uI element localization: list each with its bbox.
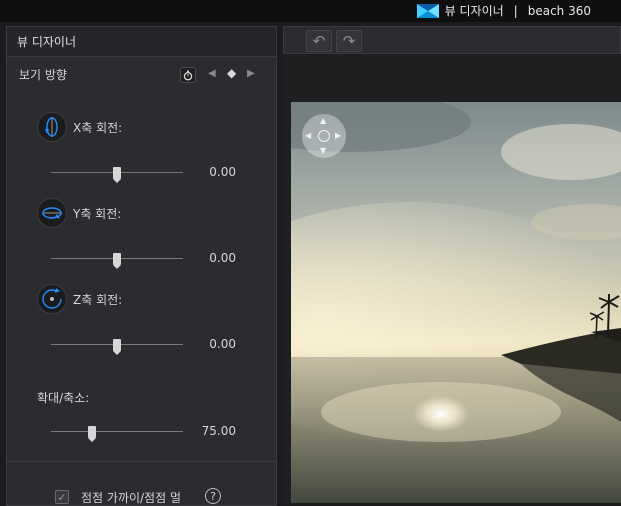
z-rotation-value[interactable]: 0.00 — [209, 337, 236, 351]
preview-canvas[interactable]: ▲ ▼ ◀ ▶ — [291, 102, 621, 503]
x-rotation-icon — [37, 112, 67, 142]
pan-center-icon[interactable] — [318, 130, 330, 142]
pan-navigation-control[interactable]: ▲ ▼ ◀ ▶ — [302, 114, 346, 158]
preview-area: ↶ ↷ ▲ ▼ ◀ ▶ — [283, 26, 621, 503]
title-separator: | — [513, 3, 518, 18]
stopwatch-button[interactable] — [180, 67, 196, 83]
keyframe-diamond-icon[interactable]: ◆ — [227, 66, 236, 80]
section-title: 보기 방향 — [19, 68, 67, 82]
y-rotation-value[interactable]: 0.00 — [209, 251, 236, 265]
undo-button[interactable]: ↶ — [306, 30, 332, 52]
pan-up-icon[interactable]: ▲ — [320, 116, 326, 125]
view-designer-panel: 뷰 디자이너 보기 방향 ◀ ◆ ▶ X축 회전: 0.00 Y축 회전: 0.… — [6, 26, 277, 506]
redo-icon: ↷ — [342, 32, 356, 50]
beach-panorama-image — [291, 102, 621, 503]
panel-title: 뷰 디자이너 — [17, 35, 77, 49]
title-bar: 뷰 디자이너 | beach 360 — [0, 0, 621, 22]
fade-label: 점점 가까이/점점 멀 — [81, 491, 181, 505]
redo-button[interactable]: ↷ — [336, 30, 362, 52]
prev-keyframe-icon[interactable]: ◀ — [208, 68, 216, 79]
stopwatch-icon — [183, 70, 193, 80]
y-rotation-slider-thumb[interactable] — [113, 253, 121, 269]
zoom-slider[interactable] — [51, 431, 183, 432]
x-rotation-label: X축 회전: — [73, 121, 123, 135]
preview-toolbar: ↶ ↷ — [283, 26, 621, 54]
z-rotation-slider-thumb[interactable] — [113, 339, 121, 355]
app-logo-icon — [416, 3, 439, 18]
pan-left-icon[interactable]: ◀ — [305, 131, 311, 140]
view-direction-row: 보기 방향 ◀ ◆ ▶ — [7, 65, 276, 85]
zoom-slider-thumb[interactable] — [88, 426, 96, 442]
y-rotation-icon — [37, 198, 67, 228]
pan-down-icon[interactable]: ▼ — [320, 146, 326, 155]
window-title: 뷰 디자이너 | beach 360 — [416, 2, 591, 19]
project-name: beach 360 — [527, 3, 591, 18]
z-rotation-icon — [37, 284, 67, 314]
x-rotation-slider-thumb[interactable] — [113, 167, 121, 183]
next-keyframe-icon[interactable]: ▶ — [247, 68, 255, 79]
z-rotation-label: Z축 회전: — [73, 293, 123, 307]
fade-checkbox[interactable]: ✓ — [55, 490, 69, 504]
x-rotation-value[interactable]: 0.00 — [209, 165, 236, 179]
y-rotation-label: Y축 회전: — [73, 207, 122, 221]
panel-divider — [7, 461, 276, 462]
panel-header: 뷰 디자이너 — [7, 27, 276, 57]
undo-icon: ↶ — [312, 32, 326, 50]
zoom-value[interactable]: 75.00 — [202, 424, 236, 438]
zoom-label: 확대/축소: — [37, 391, 90, 405]
app-name: 뷰 디자이너 — [444, 4, 504, 18]
pan-right-icon[interactable]: ▶ — [335, 131, 341, 140]
help-icon[interactable]: ? — [205, 488, 221, 504]
